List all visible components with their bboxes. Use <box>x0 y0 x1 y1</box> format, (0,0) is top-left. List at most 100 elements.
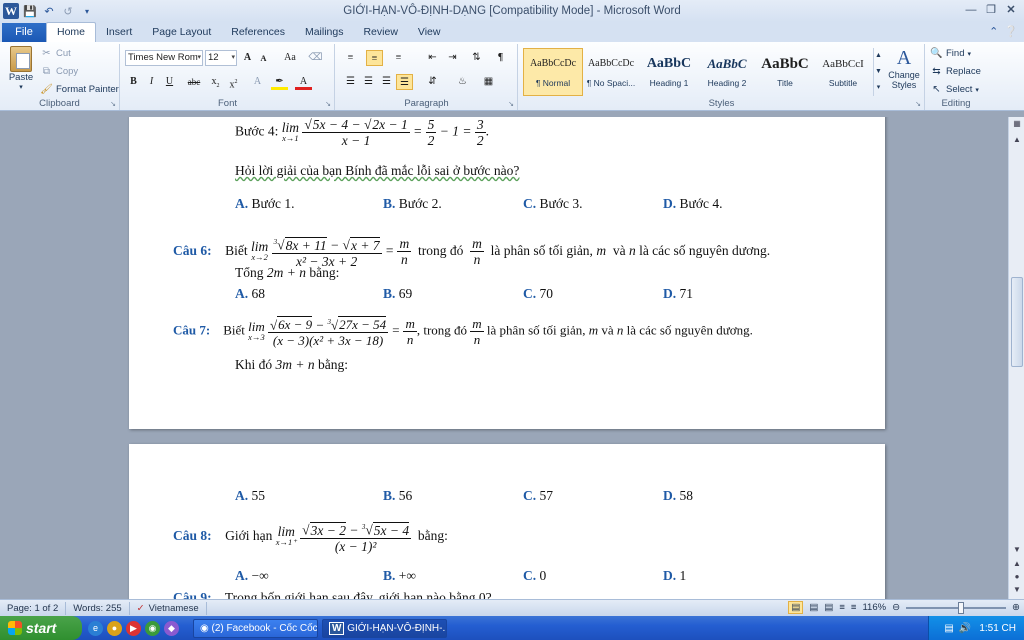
style-no-spacing[interactable]: AaBbCcDc ¶ No Spaci... <box>583 50 639 94</box>
strikethrough-button[interactable]: abc <box>183 74 205 90</box>
network-icon[interactable]: ▤ <box>944 623 953 634</box>
vertical-scrollbar[interactable]: ▦ ▲ ▼ ▲ ● ▼ <box>1008 117 1024 599</box>
zoom-out-icon[interactable]: ⊖ <box>892 602 900 613</box>
numbering-icon[interactable]: ≡ <box>366 50 383 66</box>
full-screen-icon[interactable]: ▤ <box>809 602 818 613</box>
web-layout-icon[interactable]: ▤ <box>824 602 833 613</box>
select-button[interactable]: ↖ Select ▾ <box>930 83 979 96</box>
redo-icon[interactable]: ↺ <box>60 3 76 19</box>
clock[interactable]: 1:51 CH <box>979 623 1016 634</box>
page-count[interactable]: Page: 1 of 2 <box>0 601 67 615</box>
start-button[interactable]: start <box>0 616 82 640</box>
taskbar-facebook-button[interactable]: ◉ (2) Facebook - Cốc Cốc <box>193 618 318 638</box>
draft-icon[interactable]: ≡ <box>851 602 857 613</box>
language-indicator[interactable]: ✓ Vietnamese <box>130 601 207 615</box>
line-spacing-icon[interactable]: ⇵ <box>424 74 441 90</box>
find-button[interactable]: 🔍 Find ▾ <box>930 47 971 60</box>
zoom-in-icon[interactable]: ⊕ <box>1012 602 1020 613</box>
save-icon[interactable]: 💾 <box>22 3 38 19</box>
scroll-down-icon[interactable]: ▼ <box>1009 545 1024 554</box>
next-page-icon[interactable]: ▼ <box>1009 585 1024 594</box>
font-size-select[interactable]: 12 ▾ <box>205 50 237 66</box>
borders-icon[interactable]: ▦ <box>480 74 497 90</box>
scroll-up-icon[interactable]: ▲ <box>1009 135 1024 144</box>
minimize-button[interactable]: — <box>962 3 980 18</box>
style-subtitle[interactable]: AaBbCcI Subtitle <box>815 50 871 94</box>
shrink-font-button[interactable]: A <box>255 50 272 66</box>
change-styles-button[interactable]: A Change Styles <box>885 46 923 90</box>
subscript-button[interactable]: x2 <box>207 74 224 90</box>
chrome-icon[interactable]: ◉ <box>145 620 160 636</box>
style-title[interactable]: AaBbC Title <box>757 50 813 94</box>
browser-icon[interactable]: ● <box>107 620 122 636</box>
superscript-button[interactable]: x2 <box>225 74 242 90</box>
styles-launcher-icon[interactable]: ↘ <box>915 100 921 108</box>
ie-icon[interactable]: e <box>88 620 103 636</box>
media-icon[interactable]: ▶ <box>126 620 141 636</box>
underline-button[interactable]: U <box>161 74 178 90</box>
font-name-select[interactable]: Times New Rom ▾ <box>125 50 203 66</box>
scrollbar-thumb[interactable] <box>1011 277 1023 367</box>
grow-font-button[interactable]: A <box>239 50 256 66</box>
replace-button[interactable]: ⇆ Replace <box>930 65 981 78</box>
undo-icon[interactable]: ↶ <box>41 3 57 19</box>
tab-references[interactable]: References <box>221 23 295 42</box>
styles-scroll[interactable]: ▲ ▼ ▾ <box>873 48 883 96</box>
text-effects-icon[interactable]: A <box>249 74 266 90</box>
outline-icon[interactable]: ≡ <box>839 602 845 613</box>
restore-button[interactable]: ❐ <box>982 3 1000 18</box>
paste-button[interactable]: Paste ▾ <box>6 46 36 91</box>
italic-button[interactable]: I <box>143 74 160 90</box>
tab-view[interactable]: View <box>408 23 451 42</box>
word-logo-icon[interactable]: W <box>3 3 19 19</box>
bold-button[interactable]: B <box>125 74 142 90</box>
taskbar-word-button[interactable]: W GIỚI-HẠN-VÔ-ĐỊNH-... <box>322 618 447 638</box>
clipboard-launcher-icon[interactable]: ↘ <box>110 100 116 108</box>
browse-object-icon[interactable]: ● <box>1009 572 1024 581</box>
highlight-icon[interactable]: ✒ <box>271 74 288 90</box>
multilevel-list-icon[interactable]: ≡ <box>390 50 407 66</box>
ruler-toggle-icon[interactable]: ▦ <box>1009 119 1024 128</box>
tab-review[interactable]: Review <box>353 23 407 42</box>
document-area[interactable]: Bước 4: lim x→1 √5x − 4 − √2x − 1x − 1 = … <box>0 117 1008 599</box>
cut-button[interactable]: ✂ Cut <box>40 47 71 60</box>
increase-indent-icon[interactable]: ⇥ <box>444 50 461 66</box>
tab-mailings[interactable]: Mailings <box>295 23 354 42</box>
change-case-button[interactable]: Aa <box>279 50 301 66</box>
bullets-icon[interactable]: ≡ <box>342 50 359 66</box>
print-layout-icon[interactable]: ▤ <box>788 601 804 614</box>
tab-file[interactable]: File <box>2 23 46 42</box>
justify-icon[interactable]: ☰ <box>396 74 413 90</box>
font-launcher-icon[interactable]: ↘ <box>325 100 331 108</box>
word-count[interactable]: Words: 255 <box>66 601 130 615</box>
minimize-ribbon-icon[interactable]: ⌃ <box>989 25 998 38</box>
customize-qat-icon[interactable]: ▾ <box>79 3 95 19</box>
font-color-icon[interactable]: A <box>295 74 312 90</box>
page-1[interactable]: Bước 4: lim x→1 √5x − 4 − √2x − 1x − 1 = … <box>129 117 885 429</box>
zoom-slider[interactable] <box>906 601 1007 614</box>
page-2[interactable]: A. 55 B. 56 C. 57 D. 58 Câu 8: Giới hạn … <box>129 444 885 599</box>
format-painter-button[interactable]: 🖌 Format Painter <box>40 83 119 96</box>
align-center-icon[interactable]: ☰ <box>360 74 377 90</box>
previous-page-icon[interactable]: ▲ <box>1009 559 1024 568</box>
sort-icon[interactable]: ⇅ <box>468 50 485 66</box>
paragraph-launcher-icon[interactable]: ↘ <box>508 100 514 108</box>
copy-button[interactable]: ⧉ Copy <box>40 65 78 78</box>
zoom-slider-knob[interactable] <box>958 601 965 614</box>
shading-icon[interactable]: ♨ <box>454 74 471 90</box>
style-heading-2[interactable]: AaBbC Heading 2 <box>699 50 755 94</box>
tab-home[interactable]: Home <box>46 22 97 42</box>
volume-icon[interactable]: 🔊 <box>959 623 971 634</box>
show-formatting-icon[interactable]: ¶ <box>492 50 509 66</box>
align-left-icon[interactable]: ☰ <box>342 74 359 90</box>
help-icon[interactable]: ❔ <box>1004 25 1018 38</box>
align-right-icon[interactable]: ☰ <box>378 74 395 90</box>
style-heading-1[interactable]: AaBbC Heading 1 <box>641 50 697 94</box>
tab-page-layout[interactable]: Page Layout <box>142 23 221 42</box>
clear-formatting-icon[interactable]: ⌫ <box>307 50 324 66</box>
app-icon[interactable]: ◆ <box>164 620 179 636</box>
zoom-level[interactable]: 116% <box>862 602 886 613</box>
close-button[interactable]: ✕ <box>1002 3 1020 18</box>
tab-insert[interactable]: Insert <box>96 23 142 42</box>
style-normal[interactable]: AaBbCcDc ¶ Normal <box>525 50 581 94</box>
